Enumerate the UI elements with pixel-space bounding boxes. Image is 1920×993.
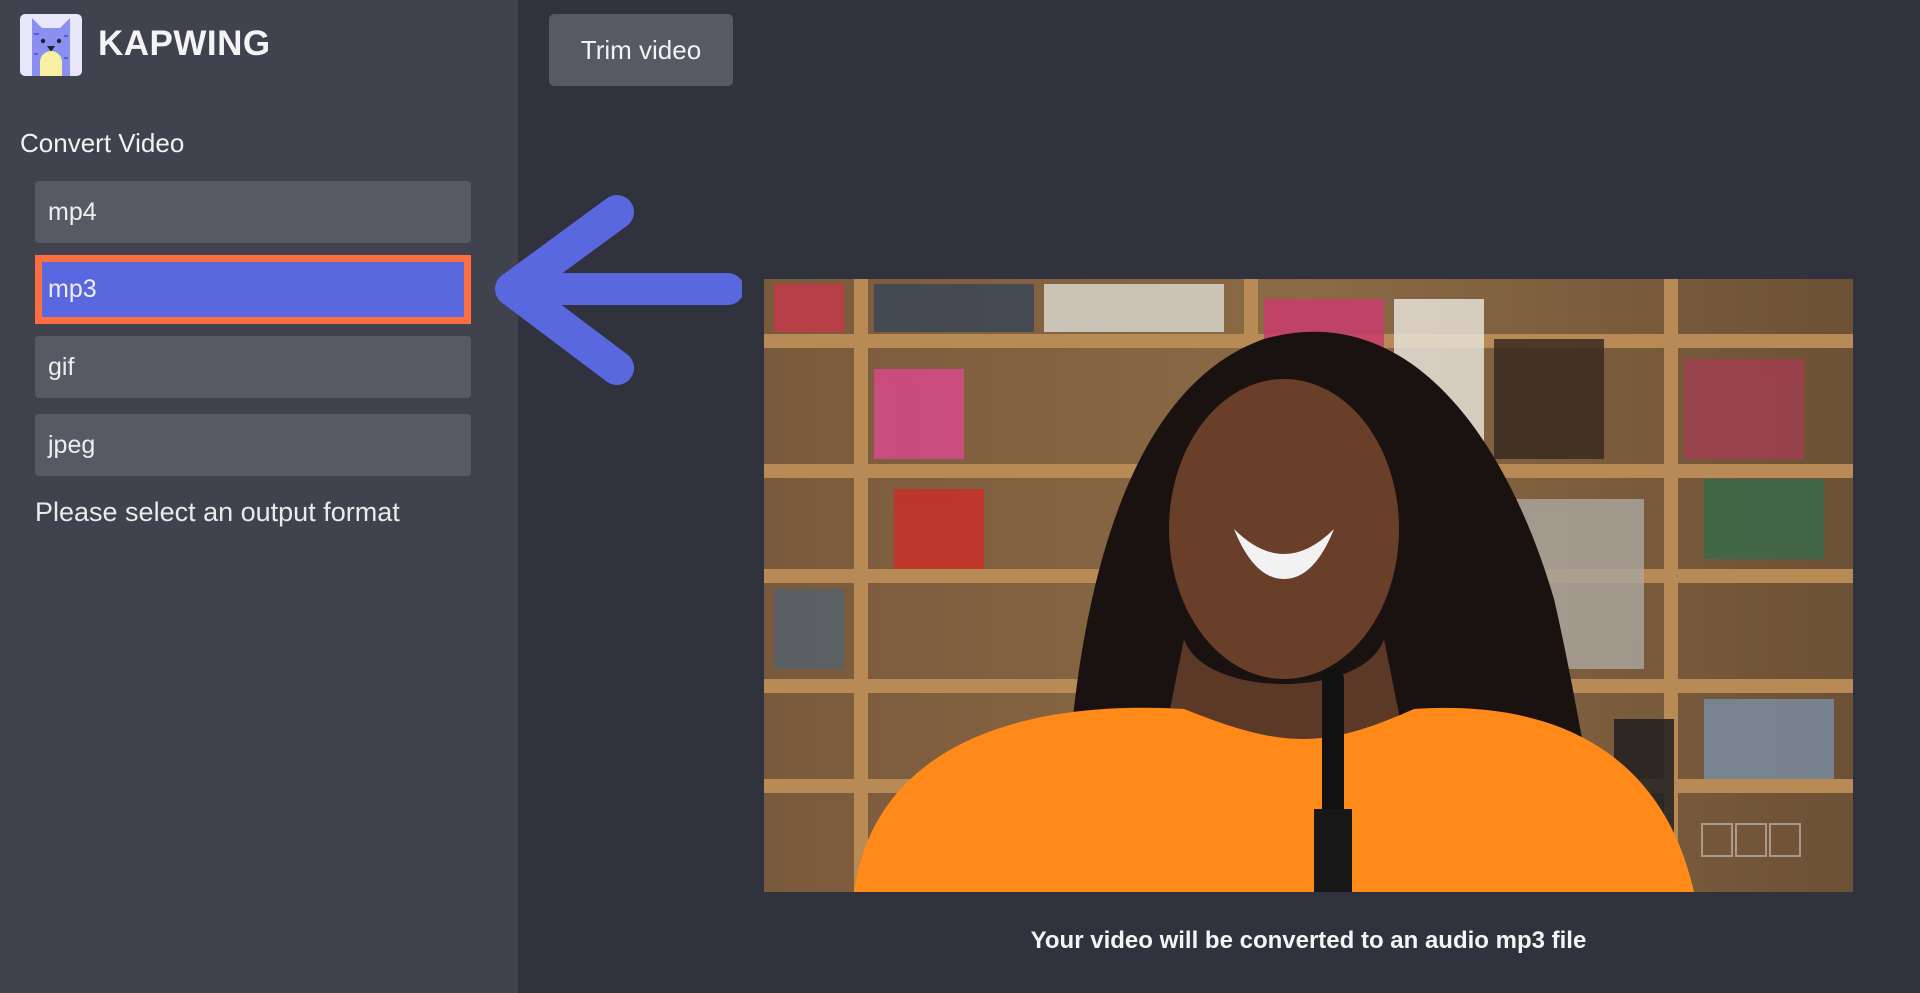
section-title: Convert Video bbox=[20, 128, 185, 158]
format-option-jpeg[interactable]: jpeg bbox=[35, 414, 471, 476]
format-option-mp3[interactable]: mp3 bbox=[35, 255, 471, 324]
brand-name[interactable]: KAPWING bbox=[98, 24, 271, 64]
arrow-left-icon bbox=[495, 195, 742, 385]
cat-logo-icon[interactable] bbox=[20, 14, 82, 76]
conversion-caption: Your video will be converted to an audio… bbox=[1030, 927, 1587, 954]
format-hint: Please select an output format bbox=[35, 497, 400, 527]
trim-video-button[interactable]: Trim video bbox=[549, 14, 733, 86]
video-preview[interactable] bbox=[764, 279, 1853, 892]
sidebar: KAPWING Convert Video mp4 mp3 gif jpeg P… bbox=[0, 0, 518, 993]
format-option-mp4[interactable]: mp4 bbox=[35, 181, 471, 243]
format-option-gif[interactable]: gif bbox=[35, 336, 471, 398]
